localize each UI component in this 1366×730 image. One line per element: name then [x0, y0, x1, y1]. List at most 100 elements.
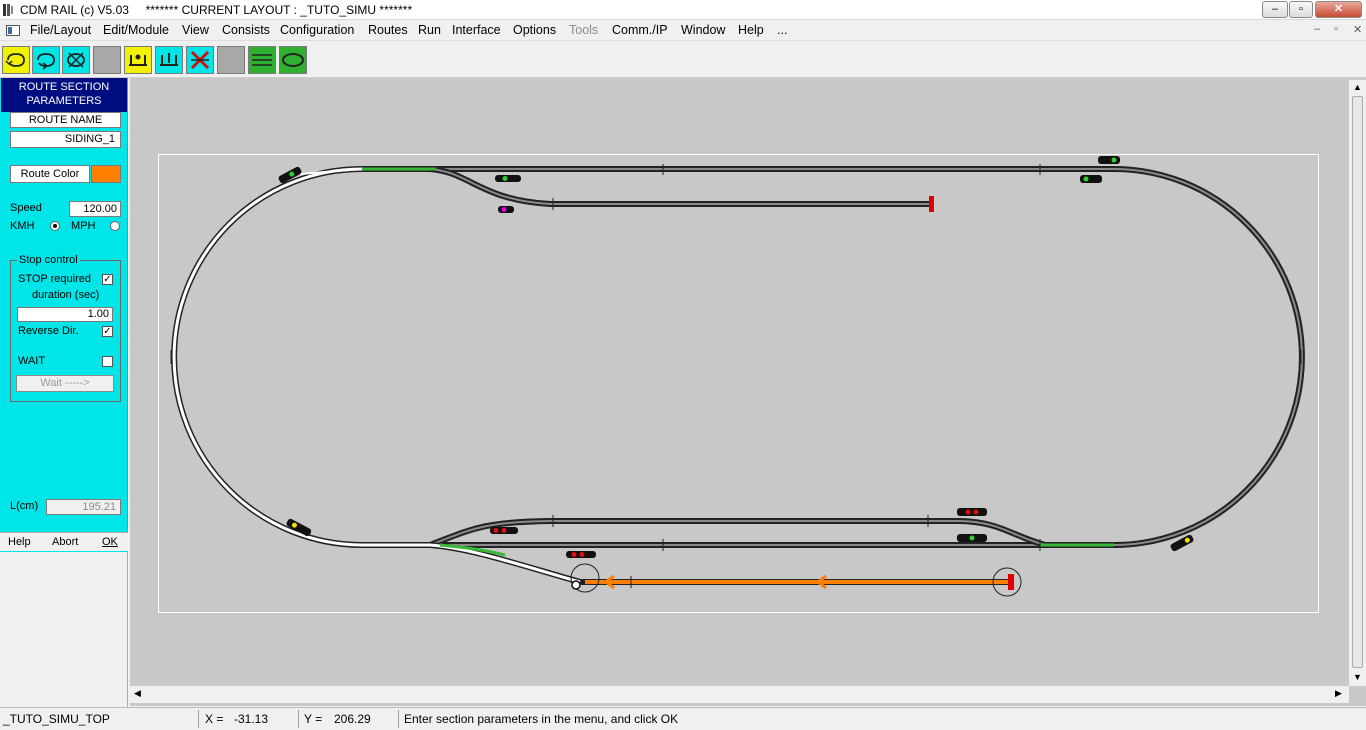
- menu-view[interactable]: View: [182, 23, 209, 37]
- close-button[interactable]: ✕: [1315, 1, 1362, 18]
- menu-interface[interactable]: Interface: [452, 23, 501, 37]
- menu-window[interactable]: Window: [681, 23, 725, 37]
- blank-button-2[interactable]: [217, 46, 245, 74]
- window-title: CDM RAIL (c) V5.03 ******* CURRENT LAYOU…: [20, 3, 413, 17]
- signal-up-icon: [129, 54, 147, 66]
- stop-required-label: STOP required: [18, 273, 91, 285]
- panel-footer: Help Abort OK: [0, 532, 128, 551]
- help-button[interactable]: Help: [8, 536, 31, 548]
- status-separator: [398, 710, 399, 728]
- wait-button[interactable]: Wait ----->: [16, 375, 114, 392]
- route-color-label: Route Color: [10, 165, 90, 183]
- reverse-dir-label: Reverse Dir.: [18, 325, 79, 337]
- status-layout-name: _TUTO_SIMU_TOP: [3, 712, 110, 726]
- length-label: L(cm): [10, 500, 39, 512]
- menu-bar: File/Layout Edit/Module View Consists Co…: [0, 20, 1366, 41]
- tracks-green-button[interactable]: [248, 46, 276, 74]
- signal-split-button[interactable]: [155, 46, 183, 74]
- loop-yellow-button[interactable]: [2, 46, 30, 74]
- tracks-green-icon: [252, 54, 272, 66]
- speed-input[interactable]: 120.00: [69, 201, 121, 217]
- mdi-minimize-icon[interactable]: –: [1314, 23, 1320, 35]
- toolbar: [0, 42, 1366, 78]
- duration-label: duration (sec): [32, 289, 100, 301]
- reverse-dir-checkbox[interactable]: ✓: [102, 326, 113, 337]
- ok-button[interactable]: OK: [102, 536, 118, 548]
- status-x-value: -31.13: [234, 712, 269, 726]
- menu-routes[interactable]: Routes: [368, 23, 408, 37]
- loop-cross-icon: [67, 52, 85, 68]
- lower-loop-track: [428, 518, 1046, 548]
- minimize-button[interactable]: –: [1262, 1, 1288, 18]
- route-name-label: ROUTE NAME: [10, 112, 121, 128]
- menu-more[interactable]: ...: [777, 23, 787, 37]
- route-name-input[interactable]: SIDING_1: [10, 131, 121, 148]
- oval-green-icon: [282, 53, 304, 67]
- horizontal-scrollbar[interactable]: ◀ ▶: [130, 686, 1349, 703]
- title-bar: CDM RAIL (c) V5.03 ******* CURRENT LAYOU…: [0, 0, 1366, 20]
- stop-required-checkbox[interactable]: ✓: [102, 274, 113, 285]
- stop-control-group: Stop control STOP required ✓ duration (s…: [10, 254, 121, 402]
- scroll-left-icon[interactable]: ◀: [134, 688, 141, 699]
- route-color-swatch[interactable]: [91, 165, 121, 183]
- mdi-restore-icon[interactable]: ▫: [1334, 23, 1338, 35]
- status-y-label: Y =: [304, 712, 323, 726]
- status-x-label: X =: [205, 712, 224, 726]
- loop-cyan-icon: [37, 53, 55, 70]
- menu-comm-ip[interactable]: Comm./IP: [612, 23, 668, 37]
- menu-edit-module[interactable]: Edit/Module: [103, 23, 169, 37]
- menu-consists[interactable]: Consists: [222, 23, 270, 37]
- signals: [278, 156, 1194, 558]
- menu-run[interactable]: Run: [418, 23, 441, 37]
- stop-control-label: Stop control: [17, 254, 80, 266]
- loop-cross-button[interactable]: [62, 46, 90, 74]
- wait-label: WAIT: [18, 355, 46, 367]
- mph-label: MPH: [71, 220, 96, 232]
- main-oval-rail: [173, 168, 1303, 546]
- signal-up-button[interactable]: [124, 46, 152, 74]
- menu-configuration[interactable]: Configuration: [280, 23, 354, 37]
- upper-siding-track: [429, 166, 930, 207]
- kmh-radio[interactable]: [50, 221, 60, 231]
- speed-label: Speed: [10, 202, 42, 214]
- status-message: Enter section parameters in the menu, an…: [404, 712, 679, 726]
- signal-split-icon: [160, 53, 178, 66]
- train-marker: [571, 580, 581, 590]
- blank-button-1[interactable]: [93, 46, 121, 74]
- mdi-close-icon[interactable]: ✕: [1353, 23, 1362, 36]
- wait-checkbox[interactable]: [102, 356, 113, 367]
- status-y-value: 206.29: [334, 712, 371, 726]
- maximize-button[interactable]: ▫: [1289, 1, 1313, 18]
- vertical-scroll-thumb[interactable]: [1352, 96, 1363, 668]
- app-icon: [3, 4, 13, 16]
- bumper-upper: [929, 196, 934, 212]
- menu-tools: Tools: [569, 23, 599, 37]
- track-layout[interactable]: [130, 78, 1349, 686]
- kmh-label: KMH: [10, 220, 35, 232]
- status-separator: [198, 710, 199, 728]
- gray-blank-icon: [218, 47, 244, 73]
- scroll-down-icon[interactable]: ▼: [1353, 672, 1362, 682]
- left-empty-area: [0, 552, 128, 707]
- menu-help[interactable]: Help: [738, 23, 764, 37]
- document-icon[interactable]: [6, 25, 20, 36]
- cross-red-button[interactable]: [186, 46, 214, 74]
- menu-file-layout[interactable]: File/Layout: [30, 23, 91, 37]
- route-section-panel: ROUTE SECTION PARAMETERS ROUTE NAME SIDI…: [0, 78, 128, 552]
- vertical-scrollbar[interactable]: ▲ ▼: [1349, 80, 1366, 686]
- duration-input[interactable]: 1.00: [17, 307, 113, 322]
- menu-options[interactable]: Options: [513, 23, 556, 37]
- scroll-right-icon[interactable]: ▶: [1335, 688, 1342, 699]
- loop-yellow-icon: [5, 53, 25, 67]
- status-separator: [298, 710, 299, 728]
- oval-green-button[interactable]: [279, 46, 307, 74]
- scroll-up-icon[interactable]: ▲: [1353, 82, 1362, 92]
- gray-blank-icon: [94, 47, 120, 73]
- status-bar: _TUTO_SIMU_TOP X = -31.13 Y = 206.29 Ent…: [0, 707, 1366, 730]
- mph-radio[interactable]: [110, 221, 120, 231]
- loop-cyan-button[interactable]: [32, 46, 60, 74]
- panel-header: ROUTE SECTION PARAMETERS: [1, 78, 127, 112]
- length-value: 195.21: [46, 499, 121, 515]
- abort-button[interactable]: Abort: [52, 536, 78, 548]
- cross-red-icon: [190, 50, 210, 70]
